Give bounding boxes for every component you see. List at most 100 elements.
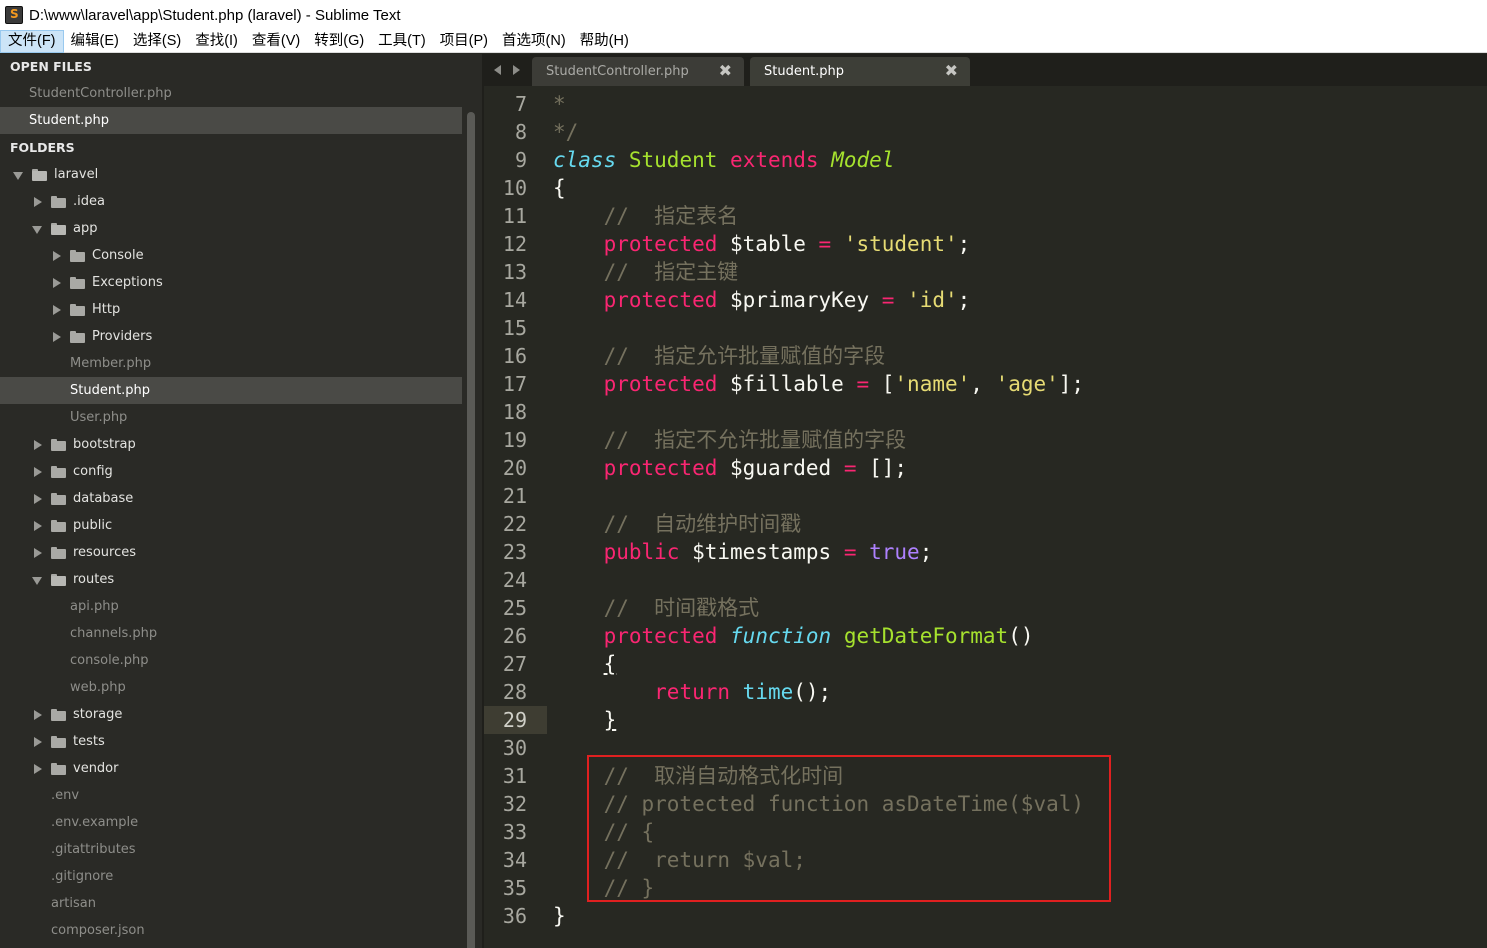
file-item[interactable]: .env.example	[0, 809, 462, 836]
disclosure-closed-icon[interactable]	[51, 250, 61, 261]
folder-item[interactable]: routes	[0, 566, 462, 593]
file-item[interactable]: artisan	[0, 890, 462, 917]
file-item[interactable]: api.php	[0, 593, 462, 620]
code-line[interactable]: {	[553, 174, 566, 202]
code-line[interactable]: *	[553, 90, 566, 118]
disclosure-closed-icon[interactable]	[32, 763, 42, 774]
code-line[interactable]: protected $table = 'student';	[553, 230, 971, 258]
menu-item[interactable]: 选择(S)	[126, 30, 188, 53]
folder-item[interactable]: tests	[0, 728, 462, 755]
folder-icon	[70, 330, 85, 343]
sidebar-scrollbar[interactable]	[467, 112, 475, 948]
menu-item[interactable]: 查看(V)	[245, 30, 307, 53]
file-item[interactable]: Member.php	[0, 350, 462, 377]
disclosure-closed-icon[interactable]	[32, 466, 42, 477]
code-line[interactable]: // 指定不允许批量赋值的字段	[553, 426, 907, 454]
folder-item[interactable]: Http	[0, 296, 462, 323]
tree-item-label: channels.php	[70, 626, 158, 641]
open-file-item[interactable]: StudentController.php	[0, 80, 462, 107]
code-line[interactable]: protected $fillable = ['name', 'age'];	[553, 370, 1085, 398]
code-line[interactable]: // 自动维护时间戳	[553, 510, 802, 538]
folder-item[interactable]: vendor	[0, 755, 462, 782]
disclosure-closed-icon[interactable]	[32, 196, 42, 207]
disclosure-closed-icon[interactable]	[32, 439, 42, 450]
menu-item[interactable]: 首选项(N)	[495, 30, 573, 53]
tab-student-controller[interactable]: StudentController.php ✖	[532, 57, 744, 86]
code-line[interactable]: class Student extends Model	[553, 146, 894, 174]
folder-item[interactable]: Console	[0, 242, 462, 269]
open-file-item[interactable]: Student.php	[0, 107, 462, 134]
code-editor[interactable]: 7 8 9 10 11 12 13 14 15 16 17 18 19 20 21 22 23 24 25 26 27 2…	[484, 86, 1487, 948]
code-line[interactable]: }	[553, 706, 617, 734]
menu-item[interactable]: 转到(G)	[307, 30, 371, 53]
code-token: time	[742, 680, 794, 704]
code-line[interactable]: return time();	[553, 678, 831, 706]
disclosure-closed-icon[interactable]	[32, 709, 42, 720]
file-item[interactable]: Student.php	[0, 377, 462, 404]
tree-item-label: api.php	[70, 599, 119, 614]
tab-scroll-left-icon[interactable]	[494, 65, 501, 75]
code-token: ;	[957, 288, 971, 312]
file-item[interactable]: channels.php	[0, 620, 462, 647]
code-token: // 指定允许批量赋值的字段	[603, 344, 886, 368]
folder-item[interactable]: config	[0, 458, 462, 485]
file-item[interactable]: .env	[0, 782, 462, 809]
folder-item[interactable]: Exceptions	[0, 269, 462, 296]
disclosure-closed-icon[interactable]	[32, 520, 42, 531]
line-number: 32	[502, 792, 527, 816]
disclosure-closed-icon[interactable]	[51, 277, 61, 288]
code-token: ;	[957, 232, 971, 256]
code-line[interactable]: // 指定主键	[553, 258, 739, 286]
disclosure-closed-icon[interactable]	[51, 304, 61, 315]
file-item[interactable]: composer.json	[0, 917, 462, 944]
file-item[interactable]: User.php	[0, 404, 462, 431]
code-line[interactable]: {	[553, 650, 617, 678]
code-line[interactable]: // 指定表名	[553, 202, 739, 230]
menu-item[interactable]: 帮助(H)	[573, 30, 636, 53]
file-item[interactable]: web.php	[0, 674, 462, 701]
code-line[interactable]: public $timestamps = true;	[553, 538, 933, 566]
code-line[interactable]: }	[553, 902, 566, 930]
file-item[interactable]: .gitattributes	[0, 836, 462, 863]
folder-item[interactable]: bootstrap	[0, 431, 462, 458]
code-line[interactable]: // 指定允许批量赋值的字段	[553, 342, 886, 370]
code-line[interactable]: // 时间戳格式	[553, 594, 760, 622]
tree-item-label: console.php	[70, 653, 149, 668]
folder-item[interactable]: resources	[0, 539, 462, 566]
tab-close-icon[interactable]: ✖	[719, 61, 732, 81]
disclosure-closed-icon[interactable]	[32, 736, 42, 747]
folder-item[interactable]: database	[0, 485, 462, 512]
line-number: 10	[502, 176, 527, 200]
menu-item[interactable]: 查找(I)	[188, 30, 245, 53]
file-item[interactable]: .gitignore	[0, 863, 462, 890]
folder-item[interactable]: .idea	[0, 188, 462, 215]
title-bar: D:\www\laravel\app\Student.php (laravel)…	[0, 0, 1487, 30]
folder-item[interactable]: laravel	[0, 161, 462, 188]
code-token: Student	[628, 148, 718, 172]
line-number: 14	[502, 288, 527, 312]
menu-item[interactable]: 文件(F)	[0, 29, 64, 53]
disclosure-closed-icon[interactable]	[51, 331, 61, 342]
menu-item[interactable]: 编辑(E)	[64, 30, 126, 53]
menu-item[interactable]: 项目(P)	[433, 30, 495, 53]
tab-close-icon[interactable]: ✖	[945, 61, 958, 81]
folder-item[interactable]: storage	[0, 701, 462, 728]
menu-item[interactable]: 工具(T)	[371, 30, 433, 53]
tab-scroll-right-icon[interactable]	[513, 65, 520, 75]
disclosure-closed-icon[interactable]	[32, 493, 42, 504]
tab-student[interactable]: Student.php ✖	[750, 57, 970, 86]
disclosure-open-icon[interactable]	[13, 170, 23, 180]
code-line[interactable]: protected $primaryKey = 'id';	[553, 286, 971, 314]
code-line[interactable]: protected $guarded = [];	[553, 454, 907, 482]
file-item[interactable]: console.php	[0, 647, 462, 674]
disclosure-open-icon[interactable]	[32, 575, 42, 585]
code-line[interactable]: */	[553, 118, 578, 146]
folder-item[interactable]: public	[0, 512, 462, 539]
folder-item[interactable]: app	[0, 215, 462, 242]
disclosure-closed-icon[interactable]	[32, 547, 42, 558]
folder-item[interactable]: Providers	[0, 323, 462, 350]
disclosure-open-icon[interactable]	[32, 224, 42, 234]
code-line[interactable]: protected function getDateFormat()	[553, 622, 1034, 650]
